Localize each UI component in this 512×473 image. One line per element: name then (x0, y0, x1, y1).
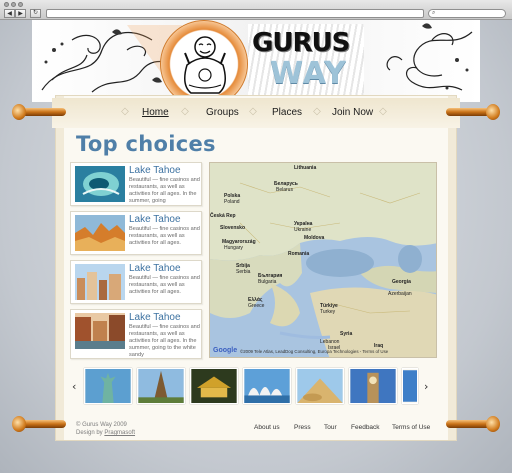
card-description: Beautiful — fine casinos and restaurants… (129, 226, 200, 246)
page-title: Top choices (76, 132, 216, 156)
chevron-right-icon[interactable]: › (424, 380, 428, 393)
gallery-thumb[interactable] (349, 368, 397, 404)
map-label: Georgia (392, 279, 411, 285)
logo-line1: GURUS (252, 28, 350, 58)
map-label: Česká Rep (210, 213, 236, 219)
forward-arrow-icon[interactable]: ▶ (15, 9, 26, 18)
nav-item-join-now[interactable]: Join Now (332, 107, 373, 118)
map-label: Belarus (276, 187, 293, 193)
buddha-medallion (160, 20, 248, 108)
history-buttons: ◀ ▶ (4, 9, 26, 18)
nav-diamond-icon: ◇ (379, 106, 387, 117)
zoom-window-button[interactable] (18, 2, 23, 7)
place-card[interactable]: Lake Tahoe Beautiful — fine casinos and … (70, 309, 202, 359)
url-input[interactable] (46, 9, 424, 18)
minimize-window-button[interactable] (11, 2, 16, 7)
card-title[interactable]: Lake Tahoe (129, 214, 181, 225)
map-label: Moldova (304, 235, 325, 241)
close-window-button[interactable] (4, 2, 9, 7)
photo-gallery: ‹ › (70, 368, 436, 408)
footer-link-press[interactable]: Press (294, 424, 311, 431)
nav-diamond-icon: ◇ (181, 106, 189, 117)
window-controls (4, 2, 23, 7)
google-logo[interactable]: Google (213, 347, 237, 354)
card-title[interactable]: Lake Tahoe (129, 312, 181, 323)
wave-photo (75, 166, 125, 202)
place-card[interactable]: Lake Tahoe Beautiful — fine casinos and … (70, 162, 202, 206)
design-credit: Design by Pragmasoft (76, 429, 135, 437)
footer-link-terms[interactable]: Terms of Use (392, 424, 430, 431)
card-description: Beautiful — fine casinos and restaurants… (129, 177, 200, 204)
map-label: Hungary (224, 245, 243, 251)
city-photo (75, 264, 125, 300)
map-widget[interactable]: Lithuania Беларусь Belarus Polska Poland… (209, 162, 437, 358)
nav-item-home[interactable]: Home (142, 107, 169, 118)
nav-diamond-icon: ◇ (121, 106, 129, 117)
gallery-thumb[interactable] (296, 368, 344, 404)
card-description: Beautiful — fine casinos and restaurants… (129, 275, 200, 295)
scroll-roller-bottom-left-icon (12, 416, 68, 432)
canyon-photo (75, 215, 125, 251)
gallery-thumb[interactable] (137, 368, 185, 404)
card-title[interactable]: Lake Tahoe (129, 165, 181, 176)
nav-diamond-icon: ◇ (249, 106, 257, 117)
map-attribution[interactable]: ©2009 Tele Atlas, LeadDog Consulting, Eu… (240, 349, 388, 354)
footer-link-tour[interactable]: Tour (324, 424, 337, 431)
map-label: Lithuania (294, 165, 317, 171)
site-logo[interactable]: GURUS WAY (248, 24, 364, 100)
place-card[interactable]: Lake Tahoe Beautiful — fine casinos and … (70, 260, 202, 304)
nav-diamond-icon: ◇ (313, 106, 321, 117)
gallery-thumb[interactable] (84, 368, 132, 404)
map-label: Romania (288, 251, 310, 257)
map-label: Poland (224, 199, 240, 205)
swirl-ornament-right-icon (386, 23, 473, 91)
nav-item-groups[interactable]: Groups (206, 107, 239, 118)
chevron-left-icon[interactable]: ‹ (72, 380, 76, 393)
magnifier-icon: ⌕ (432, 10, 436, 16)
gallery-thumb[interactable] (190, 368, 238, 404)
browser-toolbar: ◀ ▶ ↻ ⌕ (0, 0, 512, 20)
map-label: Slovensko (220, 225, 246, 231)
header-banner: GURUS WAY (32, 20, 480, 108)
footer-credits: © Gurus Way 2009 Design by Pragmasoft (76, 421, 135, 437)
copyright-text: © Gurus Way 2009 (76, 422, 127, 428)
map-label: Azerbaijan (388, 291, 412, 297)
map-label: Serbia (236, 269, 251, 275)
reload-icon[interactable]: ↻ (30, 9, 41, 18)
logo-line2: WAY (270, 56, 347, 91)
browser-search-input[interactable]: ⌕ (428, 9, 506, 18)
scroll-roller-bottom-right-icon (444, 416, 500, 432)
designer-link[interactable]: Pragmasoft (104, 430, 135, 436)
map-label: Bulgaria (258, 279, 277, 285)
footer-link-feedback[interactable]: Feedback (351, 424, 380, 431)
back-arrow-icon[interactable]: ◀ (4, 9, 15, 18)
map-label: Ukraine (294, 227, 312, 233)
map-label: Turkey (320, 309, 336, 315)
place-card[interactable]: Lake Tahoe Beautiful — fine casinos and … (70, 211, 202, 255)
nav-item-places[interactable]: Places (272, 107, 302, 118)
gallery-thumb[interactable] (243, 368, 291, 404)
venice-photo (75, 313, 125, 349)
map-label: Greece (248, 303, 265, 309)
scroll-roller-top-left-icon (12, 104, 68, 120)
card-title[interactable]: Lake Tahoe (129, 263, 181, 274)
card-description: Beautiful — fine casinos and restaurants… (129, 324, 200, 358)
gallery-thumb[interactable] (402, 368, 418, 404)
map-label: Syria (340, 331, 353, 337)
terrain-map[interactable] (210, 163, 437, 358)
laughing-buddha-icon (184, 36, 226, 94)
scroll-roller-top-right-icon (444, 104, 500, 120)
footer-link-about-us[interactable]: About us (254, 424, 280, 431)
design-prefix: Design by (76, 430, 105, 436)
